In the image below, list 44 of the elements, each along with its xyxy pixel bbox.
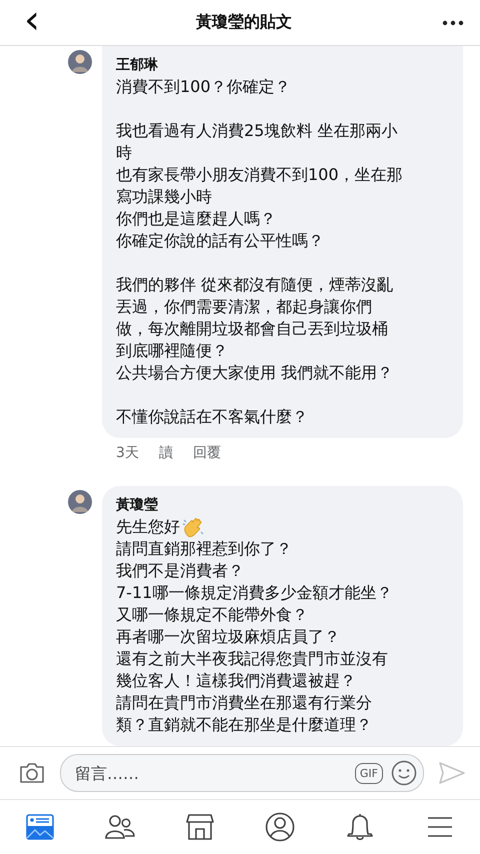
- avatar[interactable]: [68, 490, 92, 514]
- shop-icon[interactable]: [186, 813, 214, 841]
- window-title: 黃瓊瑩的貼文: [196, 12, 292, 33]
- comment-text: 類？直銷就不能在那坐是什麼道理？: [116, 714, 372, 736]
- comment-text: 我也看過有人消費25塊飲料 坐在那兩小: [116, 120, 398, 142]
- menu-icon[interactable]: [427, 816, 453, 838]
- gif-button[interactable]: GIF: [354, 762, 383, 784]
- waving-hand-icon: [182, 516, 204, 538]
- reply-link[interactable]: 回覆: [192, 444, 221, 462]
- comment-text: 消費不到100？你確定？: [116, 76, 291, 98]
- comment-text: 請問在貴門市消費坐在那還有行業分: [116, 692, 372, 714]
- author-name[interactable]: 王郁琳: [116, 54, 451, 76]
- comment-text: 先生您好: [116, 516, 180, 538]
- comment-text: 我們的夥伴 從來都沒有隨便，煙蒂沒亂: [116, 274, 394, 296]
- comment-field[interactable]: 留言…… GIF: [60, 754, 424, 792]
- comment-text: 再者哪一次留垃圾麻煩店員了？: [116, 626, 340, 648]
- profile-icon[interactable]: [265, 812, 295, 842]
- more-icon[interactable]: [442, 20, 464, 26]
- comment-text: 丟過，你們需要清潔，都起身讓你們: [116, 296, 372, 318]
- comment-text: 也有家長帶小朋友消費不到100，坐在那: [116, 164, 403, 186]
- comment-time: 3天: [116, 444, 139, 462]
- comment-text: 公共場合方便大家使用 我們就不能用？: [116, 362, 394, 384]
- back-button[interactable]: ‹: [18, 0, 46, 46]
- comment-text: 請問直銷那裡惹到你了？: [116, 538, 292, 560]
- comment-text: 幾位客人！這樣我們消費還被趕？: [116, 670, 356, 692]
- news-feed-icon[interactable]: [26, 814, 54, 840]
- emoji-icon[interactable]: [391, 760, 417, 786]
- comment-text: 還有之前大半夜我記得您貴門市並沒有: [116, 648, 388, 670]
- comment-text: 又哪一條規定不能帶外食？: [116, 604, 308, 626]
- camera-icon[interactable]: [18, 761, 46, 785]
- comment-text: 你確定你說的話有公平性嗎？: [116, 230, 324, 252]
- author-name[interactable]: 黃瓊瑩: [116, 494, 451, 516]
- comment-text: 做，每次離開垃圾都會自己丟到垃圾桶: [116, 318, 388, 340]
- comment-text: 到底哪裡隨便？: [116, 340, 228, 362]
- avatar[interactable]: [68, 50, 92, 74]
- comment-text: 不懂你說話在不客氣什麼？: [116, 406, 308, 428]
- like-link[interactable]: 讀: [158, 444, 173, 462]
- notifications-icon[interactable]: [347, 812, 373, 842]
- comment-text: 7-11哪一條規定消費多少金額才能坐？: [116, 582, 392, 604]
- comment-text: 我們不是消費者？: [116, 560, 244, 582]
- comment-text: 你們也是這麼趕人嗎？: [116, 208, 276, 230]
- comment-text: 寫功課幾小時: [116, 186, 212, 208]
- friends-icon[interactable]: [105, 814, 135, 840]
- comment-text: 時: [116, 142, 132, 164]
